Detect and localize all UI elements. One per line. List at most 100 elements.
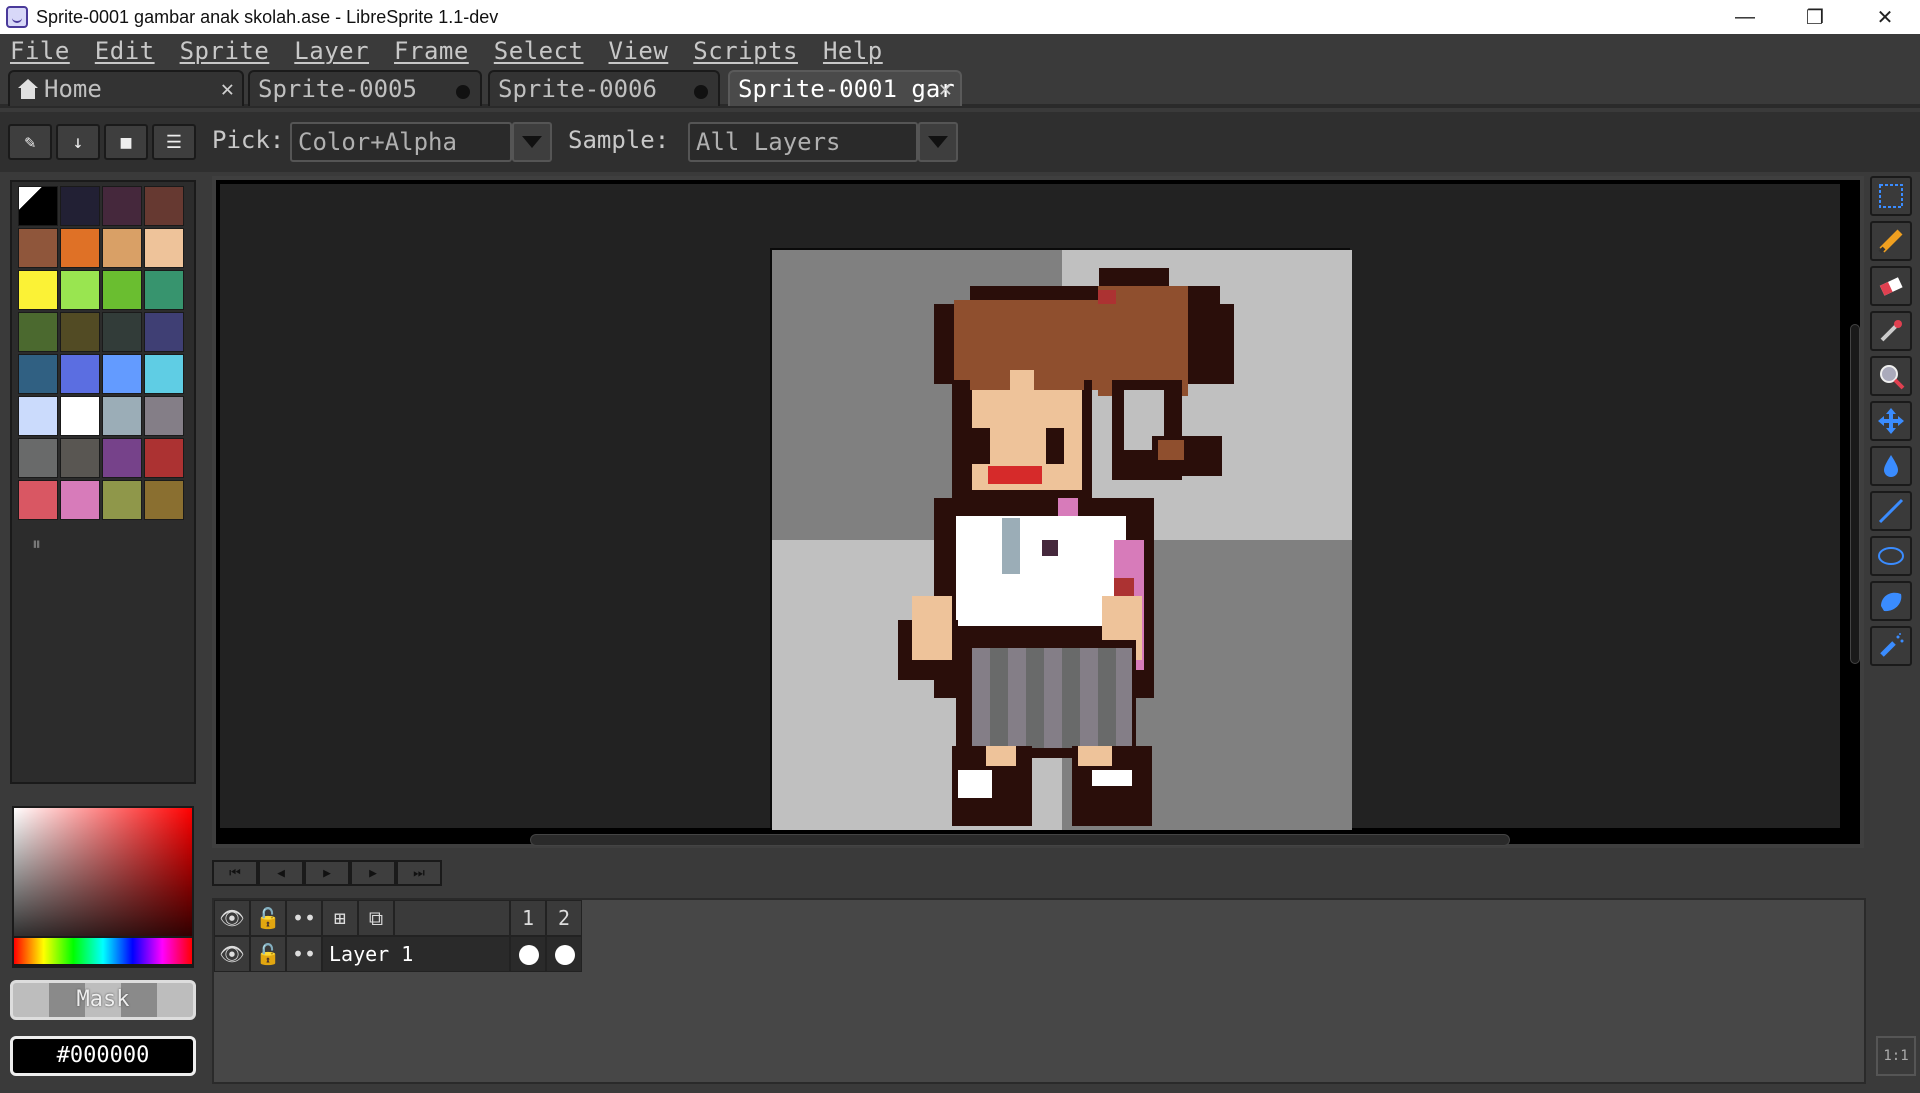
palette-swatch[interactable] bbox=[60, 354, 100, 394]
sample-dropdown[interactable]: All Layers bbox=[688, 122, 918, 162]
menu-sprite[interactable]: Sprite bbox=[180, 37, 270, 65]
pencil-tool[interactable] bbox=[1870, 221, 1912, 261]
palette-swatch[interactable] bbox=[60, 438, 100, 478]
eye-header-icon[interactable]: 👁 bbox=[214, 900, 250, 936]
contour-tool[interactable] bbox=[1870, 581, 1912, 621]
hex-color-field[interactable]: #000000 bbox=[10, 1036, 196, 1076]
palette-swatch[interactable] bbox=[18, 270, 58, 310]
pick-down-button[interactable]: ↓ bbox=[56, 124, 100, 160]
tab-sprite-0001[interactable]: Sprite-0001 gar ✕ bbox=[728, 70, 962, 106]
palette-swatch[interactable] bbox=[102, 480, 142, 520]
continuous-icon[interactable]: •• bbox=[286, 936, 322, 972]
sprite-canvas[interactable] bbox=[770, 248, 1352, 830]
link-cels-icon[interactable]: ⊞ bbox=[322, 900, 358, 936]
lock-header-icon[interactable]: 🔓 bbox=[250, 900, 286, 936]
palette-swatch[interactable] bbox=[102, 438, 142, 478]
menu-view[interactable]: View bbox=[609, 37, 669, 65]
palette-swatch[interactable] bbox=[18, 228, 58, 268]
next-frame-button[interactable]: ▶ bbox=[350, 860, 396, 886]
cel-frame-2[interactable] bbox=[546, 936, 582, 972]
pick-menu-button[interactable]: ☰ bbox=[152, 124, 196, 160]
palette-swatch[interactable] bbox=[60, 396, 100, 436]
frame-header-2[interactable]: 2 bbox=[546, 900, 582, 936]
sprite-editor[interactable] bbox=[220, 184, 1860, 846]
palette-swatch[interactable] bbox=[102, 312, 142, 352]
lock-icon[interactable]: 🔓 bbox=[250, 936, 286, 972]
palette-swatch[interactable] bbox=[144, 186, 184, 226]
previous-frame-button[interactable]: ◀ bbox=[258, 860, 304, 886]
layer-settings-icon[interactable]: ⧉ bbox=[358, 900, 394, 936]
minimize-button[interactable]: — bbox=[1710, 0, 1780, 34]
palette-swatch[interactable] bbox=[60, 228, 100, 268]
close-icon[interactable]: ✕ bbox=[939, 77, 952, 102]
visibility-eye-icon[interactable]: 👁 bbox=[214, 936, 250, 972]
maximize-button[interactable]: ❐ bbox=[1780, 0, 1850, 34]
move-tool[interactable] bbox=[1870, 401, 1912, 441]
frame-header-1[interactable]: 1 bbox=[510, 900, 546, 936]
paint-bucket-tool[interactable] bbox=[1870, 446, 1912, 486]
palette-swatch[interactable] bbox=[60, 480, 100, 520]
onion-skin-icon[interactable]: •• bbox=[286, 900, 322, 936]
sample-dropdown-arrow-icon[interactable] bbox=[918, 122, 958, 162]
ellipse-tool[interactable] bbox=[1870, 536, 1912, 576]
palette-swatch[interactable] bbox=[144, 438, 184, 478]
close-icon[interactable]: ✕ bbox=[221, 77, 234, 102]
mask-color-button[interactable]: Mask bbox=[10, 980, 196, 1020]
palette-resize-handle-icon[interactable]: ⏸ bbox=[32, 534, 41, 555]
pick-dropdown[interactable]: Color+Alpha bbox=[290, 122, 512, 162]
palette-swatch[interactable] bbox=[144, 480, 184, 520]
palette-swatch[interactable] bbox=[18, 186, 58, 226]
palette-swatch[interactable] bbox=[18, 354, 58, 394]
close-window-button[interactable]: ✕ bbox=[1850, 0, 1920, 34]
tab-sprite-0006[interactable]: Sprite-0006 bbox=[488, 70, 720, 106]
menu-select[interactable]: Select bbox=[494, 37, 584, 65]
palette-swatch[interactable] bbox=[18, 396, 58, 436]
tab-home[interactable]: Home ✕ bbox=[8, 70, 244, 106]
hue-slider[interactable] bbox=[12, 936, 194, 966]
palette-swatch[interactable] bbox=[102, 354, 142, 394]
palette-swatch[interactable] bbox=[102, 396, 142, 436]
menu-file[interactable]: File bbox=[10, 37, 70, 65]
palette-swatch[interactable] bbox=[144, 228, 184, 268]
palette-swatch[interactable] bbox=[102, 186, 142, 226]
tab-label: Sprite-0001 gar bbox=[738, 75, 955, 103]
eraser-tool[interactable] bbox=[1870, 266, 1912, 306]
palette-swatch[interactable] bbox=[60, 312, 100, 352]
last-frame-button[interactable]: ⏭ bbox=[396, 860, 442, 886]
sample-label: Sample: bbox=[568, 126, 670, 154]
play-button[interactable]: ▶ bbox=[304, 860, 350, 886]
menu-edit[interactable]: Edit bbox=[95, 37, 155, 65]
layer-name[interactable]: Layer 1 bbox=[322, 936, 510, 972]
menu-help[interactable]: Help bbox=[823, 37, 883, 65]
palette-swatch[interactable] bbox=[102, 270, 142, 310]
layer-row[interactable]: 👁 🔓 •• Layer 1 bbox=[214, 936, 582, 972]
palette-swatch[interactable] bbox=[60, 186, 100, 226]
palette-swatch[interactable] bbox=[144, 312, 184, 352]
horizontal-scrollbar[interactable] bbox=[530, 834, 1510, 846]
eyedropper-small-icon: ✎ bbox=[24, 131, 36, 153]
palette-swatch[interactable] bbox=[18, 312, 58, 352]
menu-scripts[interactable]: Scripts bbox=[693, 37, 798, 65]
menu-layer[interactable]: Layer bbox=[294, 37, 369, 65]
spray-tool[interactable] bbox=[1870, 626, 1912, 666]
palette-swatch[interactable] bbox=[144, 396, 184, 436]
line-tool[interactable] bbox=[1870, 491, 1912, 531]
palette-swatch[interactable] bbox=[144, 270, 184, 310]
pick-dropdown-arrow-icon[interactable] bbox=[512, 122, 552, 162]
tab-sprite-0005[interactable]: Sprite-0005 bbox=[248, 70, 482, 106]
eyedropper-tool[interactable] bbox=[1870, 311, 1912, 351]
palette-swatch[interactable] bbox=[144, 354, 184, 394]
pick-square-button[interactable]: ■ bbox=[104, 124, 148, 160]
palette-swatch[interactable] bbox=[18, 438, 58, 478]
menu-frame[interactable]: Frame bbox=[394, 37, 469, 65]
palette-swatch[interactable] bbox=[18, 480, 58, 520]
palette-swatch[interactable] bbox=[102, 228, 142, 268]
rectangular-marquee-tool[interactable] bbox=[1870, 176, 1912, 216]
first-frame-button[interactable]: ⏮ bbox=[212, 860, 258, 886]
palette-swatch[interactable] bbox=[60, 270, 100, 310]
vertical-scrollbar[interactable] bbox=[1850, 324, 1860, 664]
zoom-reset-button[interactable]: 1:1 bbox=[1876, 1036, 1916, 1076]
pick-fg-button[interactable]: ✎ bbox=[8, 124, 52, 160]
zoom-tool[interactable] bbox=[1870, 356, 1912, 396]
cel-frame-1[interactable] bbox=[510, 936, 546, 972]
